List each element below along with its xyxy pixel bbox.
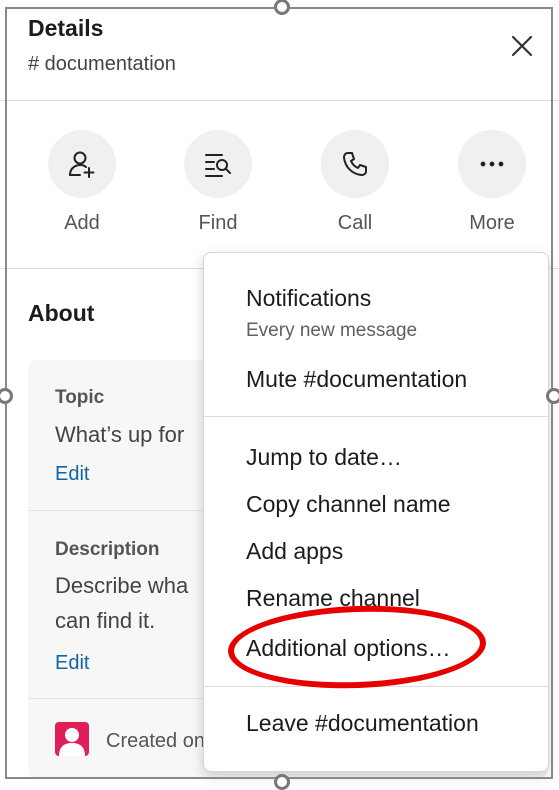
description-line-1: Describe wha [55,573,189,598]
resize-handle[interactable] [0,388,13,404]
call-label: Call [337,212,373,234]
topic-label: Topic [55,387,105,408]
more-button[interactable]: More [452,130,532,235]
call-button[interactable]: Call [315,130,395,235]
description-edit-link[interactable]: Edit [55,652,89,675]
more-label: More [469,212,515,234]
add-person-icon [48,130,116,198]
more-icon [458,130,526,198]
more-menu: Notifications Every new message Mute #do… [203,252,549,772]
find-label: Find [198,212,238,234]
menu-item-add-apps[interactable]: Add apps [246,538,343,565]
details-header: Details # documentation [0,0,559,101]
topic-edit-link[interactable]: Edit [55,463,89,486]
created-by-text: Created on [106,730,205,752]
avatar [55,722,89,756]
find-button[interactable]: Find [178,130,258,235]
add-button[interactable]: Add [42,130,122,235]
menu-item-leave-channel[interactable]: Leave #documentation [246,710,479,737]
menu-divider [204,416,548,417]
description-line-2: can find it. [55,608,156,633]
menu-item-notifications[interactable]: Notifications [246,285,371,312]
channel-actions: Add Find Call More [0,100,559,269]
menu-item-mute[interactable]: Mute #documentation [246,366,467,393]
notifications-setting: Every new message [246,320,418,341]
panel-title: Details [28,15,104,41]
description-label: Description [55,539,160,560]
phone-icon [321,130,389,198]
resize-handle[interactable] [274,774,290,790]
channel-name: # documentation [28,53,176,75]
resize-handle[interactable] [546,388,559,404]
menu-item-copy-channel-name[interactable]: Copy channel name [246,491,451,518]
find-icon [184,130,252,198]
topic-value: What’s up for [55,422,185,447]
add-label: Add [64,212,100,234]
menu-item-jump-to-date[interactable]: Jump to date… [246,444,402,471]
close-icon[interactable] [506,30,538,62]
about-heading: About [28,300,95,326]
